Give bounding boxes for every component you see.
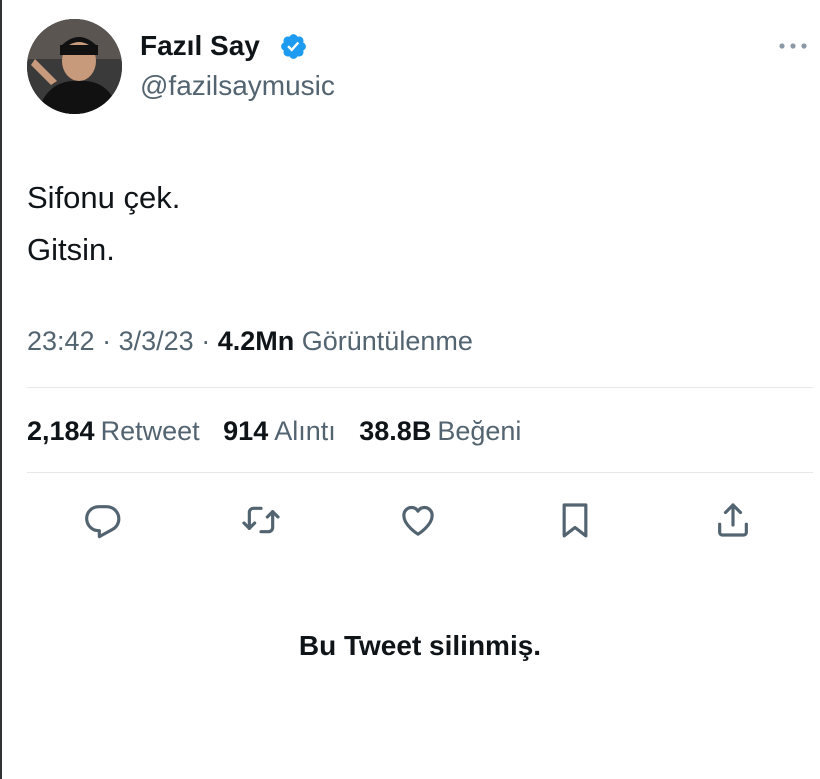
reply-button[interactable] [81, 498, 125, 542]
views-label: Görüntülenme [301, 326, 473, 356]
like-icon [402, 505, 434, 536]
meta-separator: · [201, 326, 211, 356]
tweet-line: Gitsin. [27, 232, 115, 267]
meta-separator: · [102, 326, 112, 356]
share-icon [718, 503, 748, 537]
tweet-time[interactable]: 23:42 [27, 326, 95, 356]
quotes-count: 914 [223, 416, 269, 446]
likes-stat[interactable]: 38.8B Beğeni [359, 412, 521, 450]
share-button[interactable] [711, 498, 755, 542]
avatar-image [27, 19, 122, 114]
retweet-button[interactable] [239, 498, 283, 542]
tweet-meta: 23:42 · 3/3/23 · 4.2Mn Görüntülenme [27, 322, 473, 360]
like-button[interactable] [396, 498, 440, 542]
tweet-line: Sifonu çek. [27, 180, 181, 215]
views-count: 4.2Mn [217, 326, 295, 356]
likes-label: Beğeni [437, 416, 522, 446]
retweets-count: 2,184 [27, 416, 95, 446]
more-options-icon[interactable] [777, 36, 809, 56]
reply-icon [85, 505, 121, 539]
user-handle[interactable]: @fazilsaymusic [140, 68, 335, 104]
retweets-stat[interactable]: 2,184 Retweet [27, 412, 200, 450]
display-name[interactable]: Fazıl Say [140, 28, 260, 64]
bookmark-icon [562, 503, 588, 538]
avatar[interactable] [27, 19, 122, 114]
divider [27, 387, 813, 388]
bookmark-button[interactable] [553, 498, 597, 542]
tweet-text: Sifonu çek. Gitsin. [27, 172, 180, 276]
engagement-stats: 2,184 Retweet 914 Alıntı 38.8B Beğeni [27, 412, 537, 450]
divider [27, 472, 813, 473]
likes-count: 38.8B [359, 416, 432, 446]
retweets-label: Retweet [100, 416, 200, 446]
retweet-icon [242, 506, 280, 534]
verified-badge-icon [281, 34, 306, 59]
tweet-date[interactable]: 3/3/23 [119, 326, 194, 356]
deleted-notice: Bu Tweet silinmiş. [298, 630, 542, 661]
quotes-stat[interactable]: 914 Alıntı [223, 412, 336, 450]
quotes-label: Alıntı [274, 416, 336, 446]
